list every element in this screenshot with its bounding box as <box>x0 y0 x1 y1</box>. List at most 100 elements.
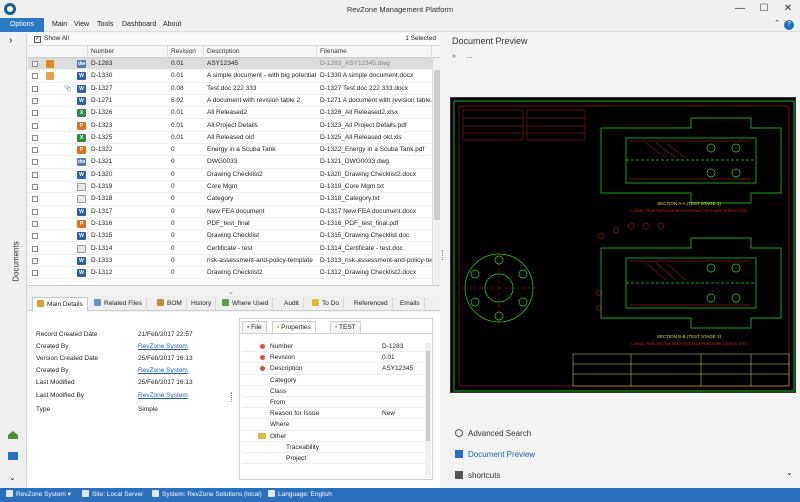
tab-where-used[interactable]: Where Used <box>218 297 274 311</box>
property-row[interactable]: Description ASY12345 <box>242 363 430 375</box>
row-checkbox[interactable] <box>32 110 38 117</box>
more-nav-icon[interactable]: ⌄ <box>9 473 16 482</box>
tab-history[interactable]: History <box>187 297 217 311</box>
minimize-button[interactable]: — <box>728 2 752 16</box>
prop-tab-file[interactable]: ▪ File <box>242 321 267 333</box>
property-row[interactable]: Project <box>242 453 430 465</box>
help-icon[interactable]: ? <box>784 20 794 30</box>
nav-shortcuts[interactable]: shortcuts <box>455 469 500 483</box>
table-row[interactable]: W D-1313 0 risk-assessment-and-policy-templ… <box>28 255 432 268</box>
property-row[interactable]: Other <box>242 431 430 442</box>
maximize-button[interactable]: ☐ <box>752 2 776 16</box>
cad-drawing-preview[interactable]: SECTION A-A (TEST STAGE 1) C-INSEL PENET… <box>450 97 796 393</box>
row-checkbox[interactable] <box>32 61 38 67</box>
menu-tools[interactable]: Tools <box>97 18 113 32</box>
grid-scrollbar[interactable] <box>432 58 440 285</box>
table-row[interactable]: W D-1315 0 Drawing Checklist D-1315_Drawing … <box>28 230 432 243</box>
detail-link[interactable]: RevZone System <box>138 342 188 352</box>
tab-main-details[interactable]: Main Details <box>32 297 88 311</box>
row-checkbox[interactable] <box>32 220 38 227</box>
vertical-splitter-handle[interactable] <box>231 392 234 402</box>
documents-nav-icon[interactable] <box>6 451 20 461</box>
table-row[interactable]: D-1318 0 Category D-1318_Category.txt <box>28 193 432 206</box>
property-row[interactable]: Revision 0.01 <box>242 352 430 364</box>
property-value[interactable]: D-1283 <box>382 341 403 352</box>
table-row[interactable]: P D-1323 0.01 All Project Details D-1323_All… <box>28 120 432 132</box>
property-row[interactable]: Class <box>242 386 430 397</box>
row-checkbox[interactable] <box>32 270 38 277</box>
table-row[interactable]: D-1314 0 Certificate - test D-1314_Certific… <box>28 243 432 255</box>
column-header-description[interactable]: Description <box>204 46 317 58</box>
grid-scrollbar-thumb[interactable] <box>434 70 440 220</box>
row-checkbox[interactable] <box>32 159 38 166</box>
menu-dashboard[interactable]: Dashboard <box>122 18 156 32</box>
row-checkbox[interactable] <box>32 147 38 154</box>
property-scrollbar[interactable] <box>425 343 431 477</box>
main-splitter-handle[interactable] <box>442 250 445 260</box>
show-all-checkbox[interactable]: ✓ <box>34 36 41 43</box>
status-user-menu[interactable]: RevZone System ▾ <box>6 488 71 502</box>
table-row[interactable]: X D-1325 0.01 All Released old D-1325_All Re… <box>28 132 432 145</box>
tab-referenced[interactable]: Referenced <box>350 297 393 311</box>
menu-about[interactable]: About <box>163 18 181 32</box>
expand-sidebar-icon[interactable]: › <box>9 35 12 46</box>
collapse-ribbon-icon[interactable]: ⌃ <box>774 19 780 27</box>
table-row[interactable]: W D-1330 0.01 A simple document - with big … <box>28 70 432 83</box>
table-row[interactable]: D-1319 0 Core Mgm D-1319_Core Mgm.txt <box>28 181 432 194</box>
row-checkbox[interactable] <box>32 233 38 240</box>
row-checkbox[interactable] <box>32 85 38 92</box>
row-checkbox[interactable] <box>32 122 38 129</box>
prop-tab-properties[interactable]: ▪ Properties <box>272 321 316 333</box>
column-header-filename[interactable]: Filename <box>317 46 432 58</box>
property-row[interactable]: Reason for Issue New <box>242 408 430 420</box>
row-checkbox[interactable] <box>32 245 38 252</box>
horizontal-splitter-handle[interactable]: ⌄ <box>228 288 234 296</box>
property-scrollbar-thumb[interactable] <box>426 351 430 441</box>
table-row[interactable]: dw D-1283 0.01 ASY12345 D-1283_ASY12345.dwg <box>28 58 432 71</box>
tab-audit[interactable]: Audit <box>280 297 304 311</box>
property-value[interactable]: ASY12345 <box>382 363 413 374</box>
tab-related-files[interactable]: Related Files <box>90 297 147 311</box>
table-row[interactable]: W D-1320 0 Drawing Checklist2 D-1320_Drawing… <box>28 169 432 181</box>
tab-to-do[interactable]: To Do <box>308 297 344 311</box>
menu-main[interactable]: Main <box>52 18 67 32</box>
row-checkbox[interactable] <box>32 184 38 190</box>
row-checkbox[interactable] <box>32 134 38 141</box>
property-value[interactable]: 0.01 <box>382 352 395 363</box>
row-checkbox[interactable] <box>32 73 38 80</box>
row-checkbox[interactable] <box>32 208 38 215</box>
table-row[interactable]: dw D-1321 0 DWG0033 D-1321_DWG0033.dwg <box>28 156 432 169</box>
detail-link[interactable]: RevZone System <box>138 366 188 376</box>
home-icon[interactable] <box>6 430 20 440</box>
property-row[interactable]: From <box>242 397 430 409</box>
property-row[interactable]: Category <box>242 375 430 386</box>
documents-side-tab[interactable]: Documents <box>12 232 21 292</box>
nav-document-preview[interactable]: Document Preview <box>455 448 535 462</box>
table-row[interactable]: W D-1317 0 New FEA document D-1317 New FEA d… <box>28 206 432 218</box>
table-row[interactable]: W D-1327 0.08 Test doc 222 333 D-1327 Test d… <box>28 83 432 95</box>
table-row[interactable]: X D-1326 0.01 All Released2 D-1326_All Relea… <box>28 107 432 120</box>
close-button[interactable]: ✕ <box>776 2 800 16</box>
table-row[interactable]: P D-1322 0 Energy in a Scuba Tank D-1322_Ene… <box>28 144 432 157</box>
column-header-revision[interactable]: Revision <box>168 46 204 58</box>
property-value[interactable]: New <box>382 408 395 419</box>
property-row[interactable]: Number D-1283 <box>242 341 430 353</box>
detail-link[interactable]: RevZone System <box>138 391 188 401</box>
tab-bom[interactable]: BOM <box>153 297 187 311</box>
property-row[interactable]: Where <box>242 419 430 431</box>
row-checkbox[interactable] <box>32 97 38 104</box>
table-row[interactable]: W D-1312 0 Drawing Checklist2 D-1312_Drawing… <box>28 267 432 280</box>
row-checkbox[interactable] <box>32 196 38 203</box>
row-checkbox[interactable] <box>32 171 38 178</box>
nav-advanced-search[interactable]: Advanced Search <box>455 427 531 441</box>
row-checkbox[interactable] <box>32 257 38 264</box>
table-row[interactable]: W D-1271 6.02 A document with revision tabl… <box>28 95 432 108</box>
menu-options[interactable]: Options <box>0 18 44 32</box>
table-row[interactable]: P D-1316 0 PDF_test_final D-1316_PDF_test_fi… <box>28 218 432 231</box>
prop-tab-test[interactable]: ▪ TEST <box>330 321 361 333</box>
property-row[interactable]: Traceability <box>242 442 430 453</box>
menu-view[interactable]: View <box>74 18 89 32</box>
column-header-number[interactable]: Number <box>88 46 168 58</box>
tab-emails[interactable]: Emails <box>396 297 425 311</box>
preview-expand-icon[interactable]: » <box>452 53 456 60</box>
